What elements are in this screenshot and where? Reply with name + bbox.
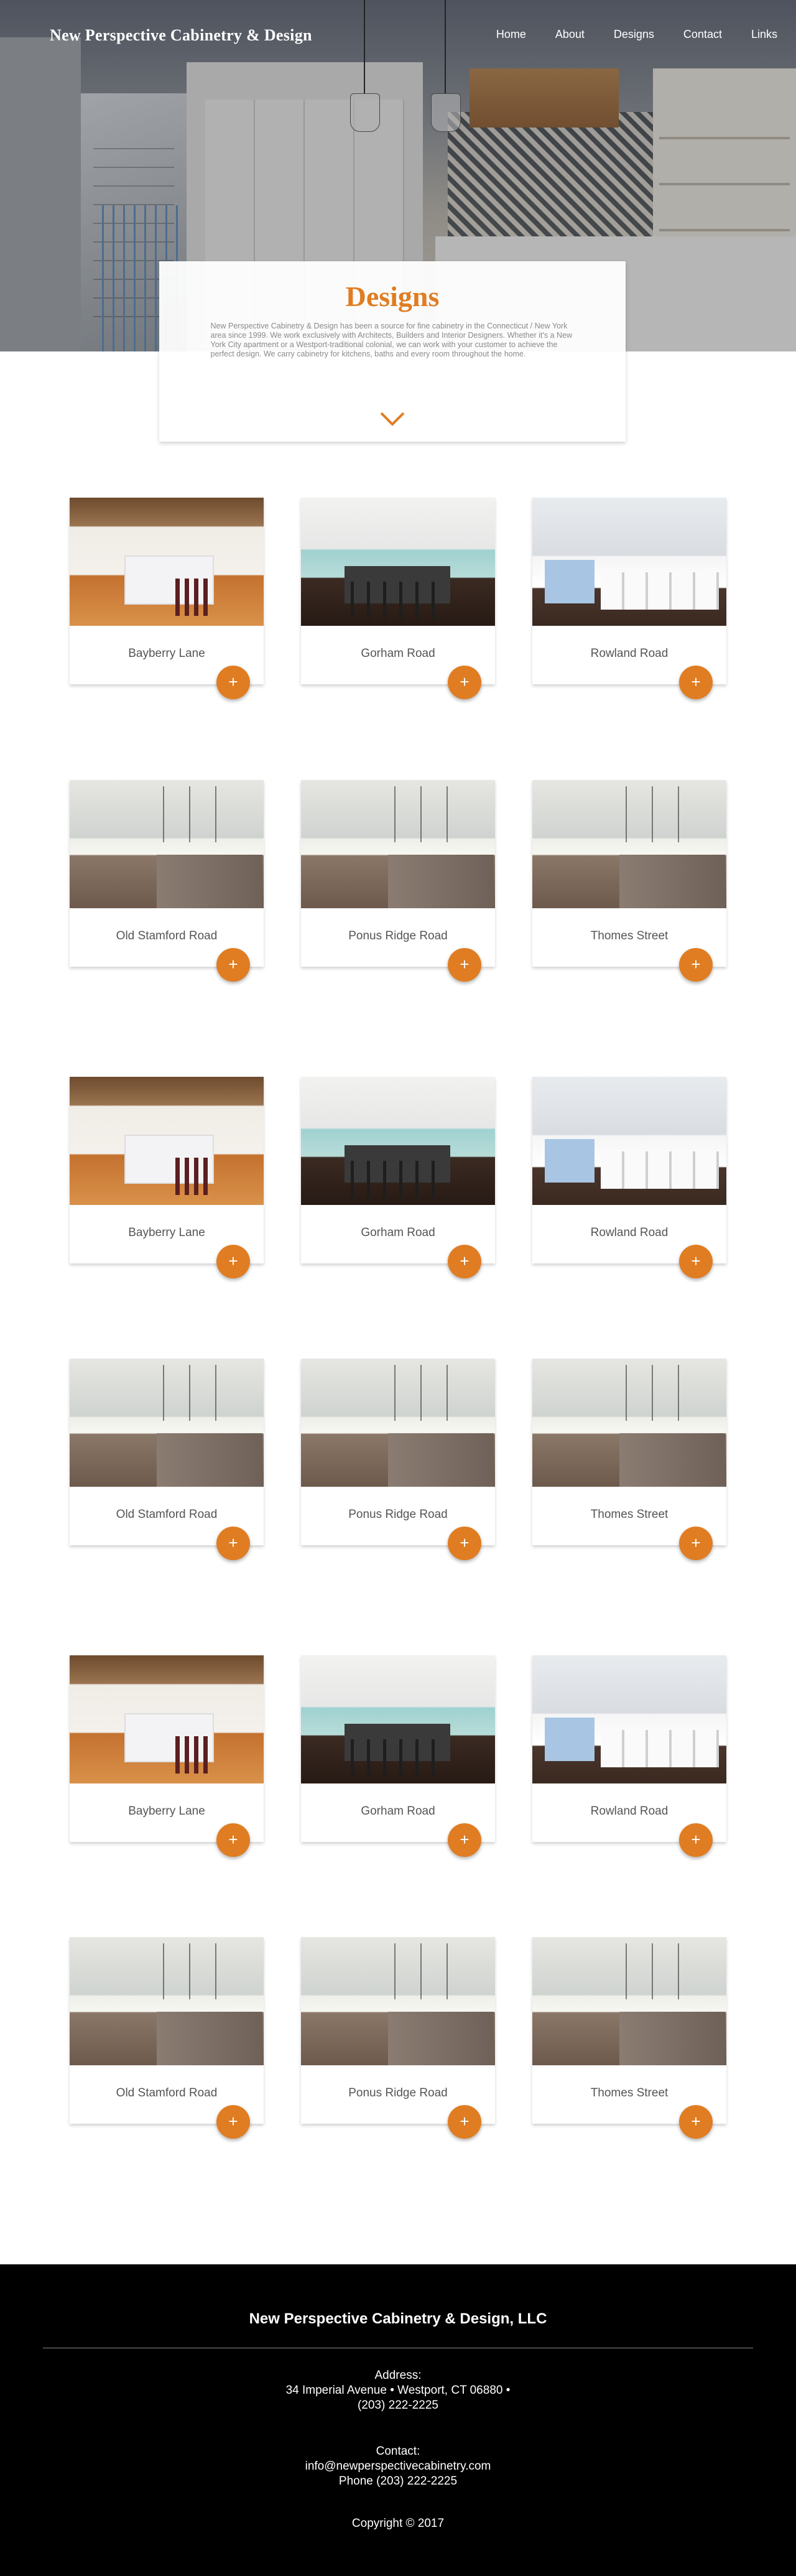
main-nav: Home About Designs Contact Links xyxy=(467,28,777,41)
project-image[interactable] xyxy=(70,1937,264,2065)
plus-icon[interactable]: + xyxy=(216,1527,250,1560)
copyright: Copyright © 2017 xyxy=(351,2517,445,2530)
project-card[interactable]: Rowland Road + xyxy=(532,1077,726,1278)
project-card[interactable]: Gorham Road + xyxy=(301,1655,495,1857)
project-card[interactable]: Ponus Ridge Road + xyxy=(301,780,495,982)
project-image[interactable] xyxy=(532,780,726,908)
plus-icon[interactable]: + xyxy=(679,1527,713,1560)
project-image[interactable] xyxy=(301,1655,495,1783)
project-image[interactable] xyxy=(301,780,495,908)
address-phone[interactable]: (203) 222-2225 xyxy=(0,2398,796,2413)
project-card[interactable]: Ponus Ridge Road + xyxy=(301,1937,495,2139)
project-card[interactable]: Thomes Street + xyxy=(532,1359,726,1560)
project-image[interactable] xyxy=(301,1077,495,1205)
page-title: Designs xyxy=(345,281,440,312)
plus-icon[interactable]: + xyxy=(448,1245,481,1278)
project-name: Ponus Ridge Road xyxy=(348,1508,448,1521)
project-name: Rowland Road xyxy=(590,1805,669,1818)
nav-home[interactable]: Home xyxy=(496,28,526,41)
project-name: Thomes Street xyxy=(590,1508,669,1521)
project-card[interactable]: Old Stamford Road + xyxy=(70,780,264,982)
plus-icon[interactable]: + xyxy=(216,1823,250,1857)
project-card[interactable]: Thomes Street + xyxy=(532,780,726,982)
nav-links[interactable]: Links xyxy=(751,28,777,41)
project-card[interactable]: Rowland Road + xyxy=(532,498,726,699)
project-image[interactable] xyxy=(301,498,495,626)
plus-icon[interactable]: + xyxy=(448,1527,481,1560)
project-name: Ponus Ridge Road xyxy=(348,929,448,942)
plus-icon[interactable]: + xyxy=(679,2105,713,2139)
plus-icon[interactable]: + xyxy=(679,666,713,699)
plus-icon[interactable]: + xyxy=(448,1823,481,1857)
plus-icon[interactable]: + xyxy=(448,2105,481,2139)
plus-icon[interactable]: + xyxy=(679,1245,713,1278)
contact-email[interactable]: info@newperspectivecabinetry.com xyxy=(0,2459,796,2474)
project-image[interactable] xyxy=(301,1937,495,2065)
project-name: Gorham Road xyxy=(361,1226,435,1239)
project-name: Bayberry Lane xyxy=(128,647,205,660)
project-name: Thomes Street xyxy=(590,929,669,942)
plus-icon[interactable]: + xyxy=(216,666,250,699)
nav-about[interactable]: About xyxy=(555,28,585,41)
address-line: 34 Imperial Avenue • Westport, CT 06880 … xyxy=(285,2384,511,2397)
project-image[interactable] xyxy=(532,1655,726,1783)
plus-icon[interactable]: + xyxy=(679,948,713,982)
project-image[interactable] xyxy=(70,1359,264,1487)
project-card[interactable]: Gorham Road + xyxy=(301,1077,495,1278)
project-name: Old Stamford Road xyxy=(116,2086,218,2099)
intro-text: New Perspective Cabinetry & Design has b… xyxy=(210,322,573,358)
project-card[interactable]: Thomes Street + xyxy=(532,1937,726,2139)
plus-icon[interactable]: + xyxy=(448,666,481,699)
chevron-down-icon[interactable] xyxy=(379,409,405,428)
plus-icon[interactable]: + xyxy=(216,1245,250,1278)
project-image[interactable] xyxy=(532,1937,726,2065)
plus-icon[interactable]: + xyxy=(216,2105,250,2139)
project-image[interactable] xyxy=(532,1359,726,1487)
project-name: Bayberry Lane xyxy=(128,1805,205,1818)
project-image[interactable] xyxy=(532,498,726,626)
project-name: Old Stamford Road xyxy=(116,1508,218,1521)
footer-company: New Perspective Cabinetry & Design, LLC xyxy=(249,2310,547,2327)
plus-icon[interactable]: + xyxy=(448,948,481,982)
nav-contact[interactable]: Contact xyxy=(683,28,722,41)
plus-icon[interactable]: + xyxy=(216,948,250,982)
project-card[interactable]: Bayberry Lane + xyxy=(70,1077,264,1278)
project-card[interactable]: Old Stamford Road + xyxy=(70,1937,264,2139)
project-image[interactable] xyxy=(70,1655,264,1783)
project-card[interactable]: Old Stamford Road + xyxy=(70,1359,264,1560)
contact-label: Contact: xyxy=(376,2445,420,2458)
project-name: Old Stamford Road xyxy=(116,929,218,942)
project-image[interactable] xyxy=(70,780,264,908)
contact-phone[interactable]: Phone (203) 222-2225 xyxy=(0,2474,796,2489)
project-name: Thomes Street xyxy=(590,2086,669,2099)
project-image[interactable] xyxy=(301,1359,495,1487)
plus-icon[interactable]: + xyxy=(679,1823,713,1857)
project-name: Gorham Road xyxy=(361,647,435,660)
intro-card: Designs New Perspective Cabinetry & Desi… xyxy=(159,261,626,442)
project-name: Ponus Ridge Road xyxy=(348,2086,448,2099)
project-image[interactable] xyxy=(70,498,264,626)
address-label: Address: xyxy=(374,2369,422,2382)
project-name: Rowland Road xyxy=(590,647,669,660)
project-card[interactable]: Rowland Road + xyxy=(532,1655,726,1857)
footer-address: Address: 34 Imperial Avenue • Westport, … xyxy=(0,2368,796,2413)
footer-contact: Contact: info@newperspectivecabinetry.co… xyxy=(0,2444,796,2489)
project-card[interactable]: Ponus Ridge Road + xyxy=(301,1359,495,1560)
site-brand[interactable]: New Perspective Cabinetry & Design xyxy=(50,26,312,45)
site-footer: New Perspective Cabinetry & Design, LLC … xyxy=(0,2264,796,2576)
project-image[interactable] xyxy=(532,1077,726,1205)
project-card[interactable]: Bayberry Lane + xyxy=(70,498,264,699)
project-image[interactable] xyxy=(70,1077,264,1205)
project-name: Gorham Road xyxy=(361,1805,435,1818)
project-name: Rowland Road xyxy=(590,1226,669,1239)
project-card[interactable]: Gorham Road + xyxy=(301,498,495,699)
project-name: Bayberry Lane xyxy=(128,1226,205,1239)
nav-designs[interactable]: Designs xyxy=(614,28,654,41)
project-card[interactable]: Bayberry Lane + xyxy=(70,1655,264,1857)
